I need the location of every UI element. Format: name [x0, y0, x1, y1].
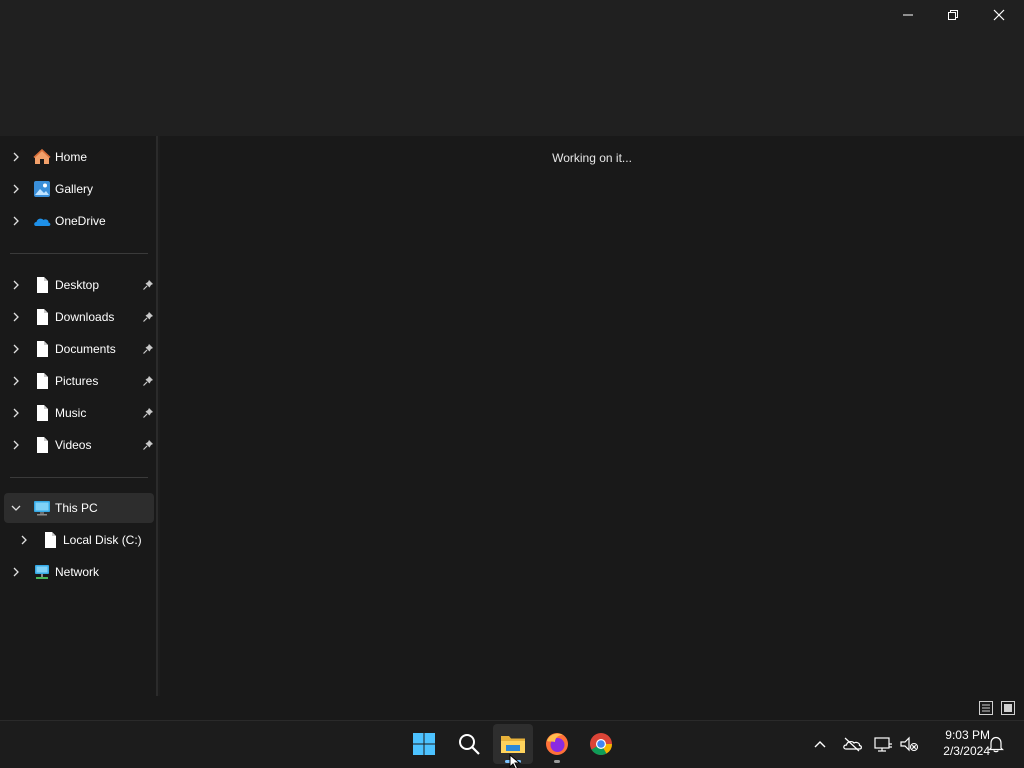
details-view-icon	[979, 701, 993, 715]
chevron-down-icon[interactable]	[11, 503, 21, 513]
sidebar-item-pictures[interactable]: Pictures	[4, 366, 154, 396]
sidebar-item-gallery[interactable]: Gallery	[4, 174, 154, 204]
notifications-icon	[988, 736, 1004, 753]
sidebar-item-label: Local Disk (C:)	[63, 533, 142, 547]
computer-icon	[33, 499, 51, 517]
restore-button[interactable]	[930, 0, 976, 30]
sidebar-item-label: Music	[55, 406, 87, 420]
chevron-right-icon[interactable]	[11, 280, 21, 290]
sidebar-item-videos[interactable]: Videos	[4, 430, 154, 460]
chevron-right-icon[interactable]	[11, 408, 21, 418]
file-explorer-window: Home Gallery OneDrive Desktop Downloads …	[0, 0, 1024, 720]
file-icon	[33, 308, 51, 326]
sidebar-item-documents[interactable]: Documents	[4, 334, 154, 364]
running-indicator	[554, 760, 560, 763]
pin-icon[interactable]	[142, 343, 154, 355]
network-tray-button[interactable]	[872, 733, 894, 755]
chevron-up-icon	[814, 741, 826, 748]
file-icon	[41, 531, 59, 549]
close-icon	[993, 9, 1005, 21]
network-icon	[33, 563, 51, 581]
sidebar-item-label: This PC	[55, 501, 98, 515]
file-icon	[33, 436, 51, 454]
volume-muted-icon	[900, 736, 919, 752]
chevron-right-icon[interactable]	[19, 535, 29, 545]
sidebar-item-local-disk[interactable]: Local Disk (C:)	[4, 525, 154, 555]
clock-date: 2/3/2024	[943, 744, 990, 758]
firefox-icon	[546, 733, 568, 755]
pin-icon[interactable]	[142, 407, 154, 419]
search-button[interactable]	[449, 724, 489, 764]
pin-icon[interactable]	[142, 279, 154, 291]
file-icon	[33, 372, 51, 390]
loading-status-text: Working on it...	[552, 151, 632, 165]
chevron-right-icon[interactable]	[11, 567, 21, 577]
sidebar-item-music[interactable]: Music	[4, 398, 154, 428]
network-disconnected-icon	[874, 737, 892, 752]
start-button[interactable]	[404, 724, 444, 764]
windows-logo-icon	[413, 733, 435, 755]
file-explorer-icon	[501, 736, 525, 753]
file-icon	[33, 276, 51, 294]
onedrive-tray-button[interactable]	[841, 733, 863, 755]
tiles-view-icon	[1001, 701, 1015, 715]
taskbar-chrome[interactable]	[581, 724, 621, 764]
chevron-right-icon[interactable]	[11, 312, 21, 322]
sidebar-divider	[10, 253, 148, 254]
sidebar-item-downloads[interactable]: Downloads	[4, 302, 154, 332]
sidebar-item-label: Videos	[55, 438, 92, 452]
tiles-view-button[interactable]	[1000, 700, 1016, 716]
chevron-right-icon[interactable]	[11, 440, 21, 450]
chevron-right-icon[interactable]	[11, 216, 21, 226]
chevron-right-icon[interactable]	[11, 344, 21, 354]
sidebar-item-label: Network	[55, 565, 100, 579]
file-icon	[33, 340, 51, 358]
pin-icon[interactable]	[142, 375, 154, 387]
sidebar-item-this-pc[interactable]: This PC	[4, 493, 154, 523]
minimize-icon	[903, 14, 913, 16]
sidebar-item-label: Downloads	[55, 310, 115, 324]
notifications-button[interactable]	[985, 733, 1007, 755]
sidebar-item-label: Home	[55, 150, 88, 164]
home-icon	[33, 148, 51, 166]
taskbar-clock[interactable]: 9:03 PM 2/3/2024	[924, 727, 990, 759]
show-hidden-icons-button[interactable]	[809, 733, 831, 755]
sidebar-item-label: OneDrive	[55, 214, 106, 228]
navigation-pane[interactable]: Home Gallery OneDrive Desktop Downloads …	[0, 136, 158, 696]
content-pane[interactable]: Working on it...	[160, 136, 1024, 696]
sidebar-divider	[10, 477, 148, 478]
chevron-right-icon[interactable]	[11, 376, 21, 386]
clock-time: 9:03 PM	[945, 728, 990, 742]
close-button[interactable]	[976, 0, 1022, 30]
sidebar-item-label: Gallery	[55, 182, 94, 196]
minimize-button[interactable]	[885, 0, 931, 30]
taskbar-firefox[interactable]	[537, 724, 577, 764]
sidebar-item-label: Pictures	[55, 374, 99, 388]
sidebar-item-label: Documents	[55, 342, 116, 356]
search-icon	[459, 734, 480, 755]
gallery-icon	[33, 180, 51, 198]
details-view-button[interactable]	[978, 700, 994, 716]
sidebar-item-label: Desktop	[55, 278, 100, 292]
status-bar	[0, 696, 1024, 720]
sidebar-item-network[interactable]: Network	[4, 557, 154, 587]
restore-icon	[948, 10, 958, 20]
onedrive-offline-icon	[843, 737, 862, 752]
onedrive-icon	[33, 212, 51, 230]
sidebar-item-home[interactable]: Home	[4, 142, 154, 172]
volume-tray-button[interactable]	[898, 733, 920, 755]
sidebar-item-desktop[interactable]: Desktop	[4, 270, 154, 300]
title-bar[interactable]	[0, 0, 1024, 136]
sidebar-item-onedrive[interactable]: OneDrive	[4, 206, 154, 236]
mouse-cursor-icon	[509, 754, 521, 768]
file-icon	[33, 404, 51, 422]
chevron-right-icon[interactable]	[11, 152, 21, 162]
pin-icon[interactable]	[142, 439, 154, 451]
chevron-right-icon[interactable]	[11, 184, 21, 194]
pin-icon[interactable]	[142, 311, 154, 323]
chrome-icon	[590, 733, 612, 755]
